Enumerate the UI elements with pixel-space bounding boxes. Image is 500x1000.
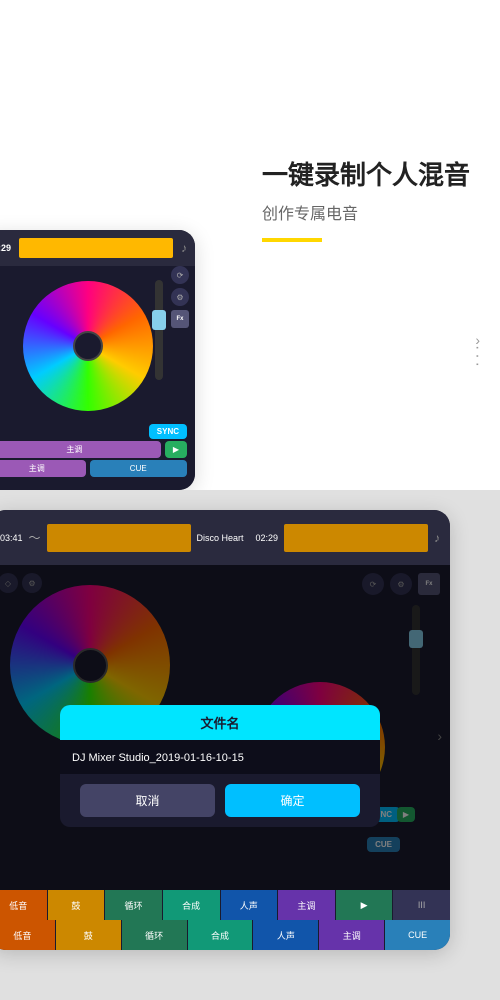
yellow-divider xyxy=(262,238,322,242)
track-name: Disco Heart xyxy=(197,533,244,543)
vertical-dots-icon: ··· xyxy=(468,345,486,370)
btn-row-1: 主调 ▶ xyxy=(0,441,187,458)
cue-button-top[interactable]: CUE xyxy=(90,460,188,477)
time-display-top: 02:29 xyxy=(0,243,11,253)
device-mockup-bottom: 03:41 〜 Disco Heart 02:29 ♪ ◇ ⚙ xyxy=(0,510,450,950)
disc-top[interactable] xyxy=(23,281,153,411)
dialog-buttons: 取消 确定 xyxy=(60,774,380,827)
strip-bass-1[interactable]: 低音 xyxy=(0,890,48,920)
waveform-right xyxy=(284,524,428,552)
save-dialog-overlay: 文件名 DJ Mixer Studio_2019-01-16-10-15 取消 … xyxy=(0,565,450,890)
dialog-input-area[interactable]: DJ Mixer Studio_2019-01-16-10-15 xyxy=(60,740,380,774)
strip-row-2: 低音 鼓 循环 合成 人声 主调 CUE xyxy=(0,920,450,950)
bottom-buttons-top: SYNC 主调 ▶ 主调 CUE xyxy=(0,420,195,490)
strip-play-1[interactable]: ▶ xyxy=(336,890,394,920)
strip-menu-1[interactable]: III xyxy=(393,890,450,920)
play-button-top[interactable]: ▶ xyxy=(165,441,187,458)
strip-key-2[interactable]: 主调 xyxy=(319,920,385,950)
section-top: 一键录制个人混音 创作专属电音 › ··· 02:29 ♪ ⟳ ⚙ Fx xyxy=(0,0,500,490)
top-waveform-bar: 03:41 〜 Disco Heart 02:29 ♪ xyxy=(0,510,450,565)
strip-key-1[interactable]: 主调 xyxy=(278,890,336,920)
bottom-strips: 低音 鼓 循环 合成 人声 主调 ▶ III 低音 鼓 循环 合成 人声 主调 xyxy=(0,890,450,950)
disc-center-top xyxy=(73,331,103,361)
strip-synth-1[interactable]: 合成 xyxy=(163,890,221,920)
strip-loop-1[interactable]: 循环 xyxy=(105,890,163,920)
strip-loop-2[interactable]: 循环 xyxy=(122,920,188,950)
strip-vocal-2[interactable]: 人声 xyxy=(253,920,319,950)
strip-drum-1[interactable]: 鼓 xyxy=(48,890,106,920)
music-note-icon: ♪ xyxy=(181,241,187,255)
note-icon-right: ♪ xyxy=(434,531,440,545)
volume-fader-top[interactable] xyxy=(155,280,163,380)
confirm-button[interactable]: 确定 xyxy=(225,784,360,817)
sync-button-top[interactable]: SYNC xyxy=(149,424,187,439)
strip-drum-2[interactable]: 鼓 xyxy=(56,920,122,950)
waveform-left xyxy=(47,524,191,552)
device-mockup-top: 02:29 ♪ ⟳ ⚙ Fx xyxy=(0,230,195,490)
save-dialog: 文件名 DJ Mixer Studio_2019-01-16-10-15 取消 … xyxy=(60,705,380,827)
heartbeat-icon: 〜 xyxy=(29,529,41,546)
section-bottom: 03:41 〜 Disco Heart 02:29 ♪ ◇ ⚙ xyxy=(0,490,500,1000)
time-display-left: 03:41 xyxy=(0,533,23,543)
fader-knob-top[interactable] xyxy=(152,310,166,330)
strip-bass-2[interactable]: 低音 xyxy=(0,920,56,950)
middle-area: ◇ ⚙ ⟳ ⚙ Fx xyxy=(0,565,450,890)
strip-synth-2[interactable]: 合成 xyxy=(188,920,254,950)
strip-row-1: 低音 鼓 循环 合成 人声 主调 ▶ III xyxy=(0,890,450,920)
text-area-top: 一键录制个人混音 创作专属电音 xyxy=(262,155,470,242)
strip-cue-2[interactable]: CUE xyxy=(385,920,450,950)
time-display-right: 02:29 xyxy=(256,533,279,543)
key-button-2[interactable]: 主调 xyxy=(0,460,86,477)
dialog-input-value: DJ Mixer Studio_2019-01-16-10-15 xyxy=(72,752,244,764)
waveform-visual xyxy=(19,238,173,258)
btn-row-2: 主调 CUE xyxy=(0,460,187,477)
dialog-title: 文件名 xyxy=(60,705,380,740)
sub-title: 创作专属电音 xyxy=(262,200,470,224)
cancel-button[interactable]: 取消 xyxy=(80,784,215,817)
strip-vocal-1[interactable]: 人声 xyxy=(221,890,279,920)
key-button-1[interactable]: 主调 xyxy=(0,441,161,458)
waveform-bar-top: 02:29 ♪ xyxy=(0,230,195,266)
turntable-area-top xyxy=(0,266,195,426)
main-title: 一键录制个人混音 xyxy=(262,155,470,192)
